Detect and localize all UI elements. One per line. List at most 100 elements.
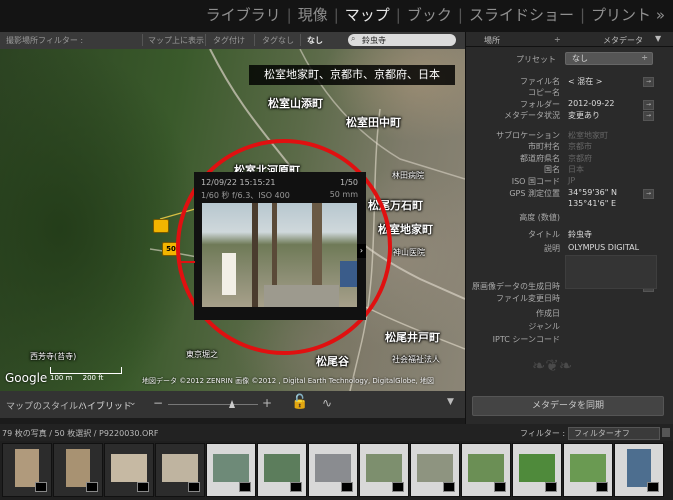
filmstrip-thumbnail[interactable] [410,443,460,497]
filmstrip-thumbnail[interactable] [257,443,307,497]
filter-untagged[interactable]: タグなし [262,35,294,46]
sync-metadata-button[interactable]: メタデータを同期 [472,396,664,416]
filmstrip-thumbnail[interactable] [53,443,103,497]
map-label: 松尾井戸町 [385,331,440,344]
filter-lock-icon[interactable] [662,428,670,437]
zoom-in-icon[interactable]: + [262,396,272,410]
metadata-badge-icon [86,482,98,492]
popup-index: 1/50 [340,178,358,187]
lock-icon[interactable]: 🔓 [291,394,308,410]
metadata-label: メタデータ状況 [504,111,560,120]
track-log-icon[interactable]: ∿ [322,396,332,410]
module-list: ライブラリ | 現像 | マップ | ブック | スライドショー | プリント » [205,6,665,24]
chevron-down-icon[interactable]: ÷ [554,35,561,44]
metadata-value[interactable]: OLYMPUS DIGITAL [568,243,639,252]
scale-meters: 100 m [50,374,73,382]
metadata-label: タイトル [528,230,560,239]
map-search-input[interactable]: 鈴虫寺 [362,35,386,46]
metadata-label: IPTC シーンコード [492,335,560,344]
metadata-value[interactable]: < 混在 > [568,76,603,87]
filmstrip-thumbnail[interactable] [359,443,409,497]
map-style-select[interactable]: ハイブリッド [78,399,132,412]
metadata-value[interactable]: 2012-09-22 [568,99,615,108]
search-icon: ⌕ [351,34,356,43]
metadata-value[interactable]: 鈴虫寺 [568,229,592,240]
map-style-label: マップのスタイル : [6,402,84,412]
module-develop[interactable]: 現像 [298,6,328,24]
filmstrip-thumbnail[interactable] [206,443,256,497]
module-print[interactable]: プリント [591,6,651,24]
field-action-icon[interactable]: → [643,111,654,121]
selection-info[interactable]: 79 枚の写真 / 50 枚選択 / P9220030.ORF [2,428,158,439]
panel-header: 場所 ÷ メタデータ ▼ [470,32,666,46]
module-library[interactable]: ライブラリ [206,6,281,24]
metadata-badge-icon [545,482,557,492]
preset-label: プリセット [516,55,556,64]
filter-none[interactable]: なし [307,35,323,46]
metadata-label: ファイル名 [520,77,560,86]
map-label: 西芳寺(苔寺) [30,352,77,361]
field-action-icon[interactable]: → [643,77,654,87]
metadata-value[interactable]: 135°41'6" E [568,199,616,208]
map-label: 林田病院 [392,171,424,180]
metadata-badge-icon [341,482,353,492]
filmstrip-thumbnail[interactable] [308,443,358,497]
map-view[interactable]: 松室山添町 松室田中町 松室北河原町 松尾万石町 松室地家町 松尾井戸町 松尾谷… [0,49,465,391]
filmstrip-thumbnail[interactable] [614,443,664,497]
metadata-value[interactable]: 34°59'36" N [568,188,617,197]
metadata-value: JP [568,176,576,185]
map-search-field[interactable]: ⌕ 鈴虫寺 [348,34,456,46]
preset-value: なし [572,54,588,63]
panel-title: メタデータ [603,36,643,45]
popup-next-icon[interactable]: › [357,244,366,258]
preset-select[interactable]: なし ÷ [565,52,653,65]
metadata-label: ファイル変更日時 [496,294,560,303]
toolbar-menu-icon[interactable]: ▼ [447,397,454,407]
module-map[interactable]: マップ [345,6,390,24]
zoom-slider[interactable] [168,404,258,405]
photo-preview-popup[interactable]: 12/09/22 15:15:21 1/50 1/60 秒 f/6.3、ISO … [194,172,366,320]
filter-select[interactable]: フィルターオフ [568,427,660,440]
map-label: 神山医院 [393,248,425,257]
popup-exposure: 1/60 秒 f/6.3、ISO 400 [201,191,290,200]
thumbnail-image [111,454,147,482]
location-select[interactable]: 場所 [484,35,500,46]
filmstrip-thumbnail[interactable] [512,443,562,497]
map-copyright: 地図データ ©2012 ZENRIN 画像 ©2012 , Digital Ea… [142,377,434,385]
panel-end-ornament: ❧❦❧ [532,356,573,375]
filmstrip-thumbnail[interactable] [155,443,205,497]
metadata-label: GPS 測定位置 [509,189,560,198]
filmstrip-thumbnail[interactable] [563,443,613,497]
filmstrip-thumbnail[interactable] [2,443,52,497]
filter-value: フィルターオフ [574,429,630,438]
description-field[interactable] [565,255,657,289]
location-filter-label: 撮影場所フィルター : [6,36,84,45]
zoom-out-icon[interactable]: − [153,396,163,410]
map-pin-icon[interactable] [153,219,169,233]
filmstrip-thumbnail[interactable] [461,443,511,497]
map-label: 松室田中町 [346,116,401,129]
metadata-panel: 場所 ÷ メタデータ ▼ プリセット なし ÷ ファイル名 < 混在 > → コピー名… [465,32,673,424]
module-book[interactable]: ブック [407,6,452,24]
field-action-icon[interactable]: → [643,100,654,110]
field-action-icon[interactable]: → [643,189,654,199]
filmstrip-thumbnail[interactable] [104,443,154,497]
metadata-label: 都道府県名 [520,154,560,163]
filter-tagged[interactable]: タグ付け [213,35,245,46]
map-label: 社会福祉法人 [392,355,440,364]
filter-show-on-map[interactable]: マップ上に表示 [148,35,204,46]
map-scale: 100 m 200 ft [50,367,122,382]
module-picker: ライブラリ | 現像 | マップ | ブック | スライドショー | プリント » [0,0,673,32]
metadata-value[interactable]: 変更あり [568,110,600,121]
google-logo: Google [5,371,48,385]
more-modules-icon[interactable]: » [656,6,665,24]
thumbnail-image [264,454,300,482]
metadata-label: 作成日 [536,309,560,318]
filmstrip[interactable] [0,441,673,500]
metadata-label: 高度 (数値) [519,213,560,222]
module-slideshow[interactable]: スライドショー [469,6,574,24]
thumbnail-image [366,454,402,482]
metadata-badge-icon [290,482,302,492]
collapse-icon[interactable]: ▼ [655,34,661,43]
chevron-down-icon[interactable]: ⌄ [129,398,137,408]
